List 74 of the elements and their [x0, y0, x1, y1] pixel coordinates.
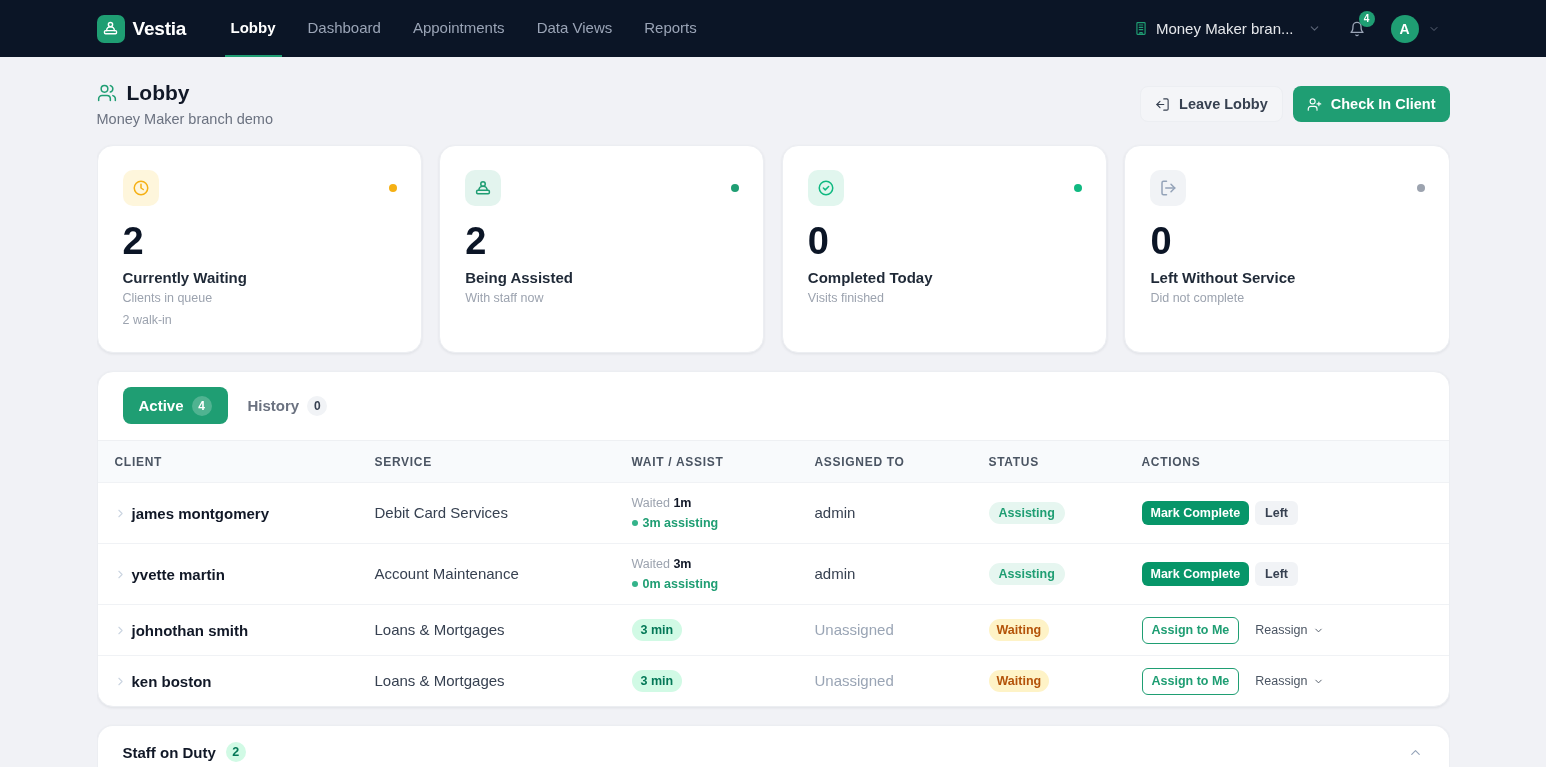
stat-caption: Did not complete: [1150, 290, 1246, 307]
dot-icon: [631, 520, 638, 526]
stat-value: 0: [1150, 220, 1173, 262]
person-desk-icon: [465, 170, 502, 206]
wait-time: Waited 3m: [631, 556, 693, 573]
client-name: yvette martin: [131, 565, 225, 583]
stat-label: Currently Waiting: [122, 268, 248, 288]
count-badge: 2: [225, 742, 246, 762]
service-name: Account Maintenance: [374, 565, 519, 582]
stat-label: Completed Today: [807, 268, 934, 288]
column-header: SERVICE: [374, 454, 433, 469]
stat-label: Left Without Service: [1150, 268, 1297, 288]
wait-time: Waited 1m: [631, 495, 693, 512]
nav-tab[interactable]: Reports: [638, 0, 703, 57]
mark-complete-button[interactable]: Mark Complete: [1141, 501, 1250, 525]
assist-time: 0m assisting: [642, 576, 719, 593]
bell-icon[interactable]: [1348, 20, 1365, 37]
assist-time: 3m assisting: [642, 515, 719, 532]
logo-icon: [96, 14, 125, 43]
nav-tab[interactable]: Lobby: [224, 0, 282, 57]
left-button[interactable]: Left: [1255, 501, 1299, 525]
stat-note: 2 walk-in: [122, 312, 173, 329]
section-title: Staff on Duty: [122, 743, 216, 761]
client-name: johnothan smith: [131, 621, 249, 639]
stat-caption: Clients in queue: [122, 290, 214, 307]
wait-time-badge: 3 min: [631, 670, 683, 692]
reassign-dropdown[interactable]: Reassign: [1255, 623, 1325, 637]
page-title: Lobby: [126, 81, 190, 105]
client-name: james montgomery: [131, 504, 270, 522]
users-icon: [96, 83, 117, 103]
stat-value: 2: [465, 220, 488, 262]
left-button[interactable]: Left: [1255, 562, 1299, 586]
status-badge: Assisting: [988, 563, 1065, 585]
service-name: Loans & Mortgages: [374, 672, 505, 689]
leave-button[interactable]: Leave Lobby: [1140, 86, 1283, 122]
page-subtitle: Money Maker branch demo: [96, 111, 273, 128]
queue-tab[interactable]: History 0: [231, 387, 344, 424]
dot-icon: [631, 581, 638, 587]
assigned-staff: Unassigned: [814, 672, 894, 689]
notification-badge: 4: [1358, 10, 1375, 27]
status-badge: Waiting: [988, 670, 1050, 692]
mark-complete-button[interactable]: Mark Complete: [1141, 562, 1250, 586]
column-header: STATUS: [988, 454, 1040, 469]
count-badge: 4: [191, 395, 212, 416]
column-header: CLIENT: [114, 454, 164, 469]
door-arrow-icon: [1155, 96, 1171, 112]
reassign-dropdown[interactable]: Reassign: [1255, 674, 1325, 688]
column-header: ASSIGNED TO: [814, 454, 906, 469]
user-plus-icon: [1306, 96, 1322, 112]
assigned-staff: Unassigned: [814, 621, 894, 638]
column-header: WAIT / ASSIST: [631, 454, 725, 469]
status-badge: Waiting: [988, 619, 1050, 641]
stat-value: 2: [122, 220, 145, 262]
wait-time-badge: 3 min: [631, 619, 683, 641]
stat-caption: Visits finished: [807, 290, 885, 307]
column-header: ACTIONS: [1141, 454, 1202, 469]
count-badge: 0: [307, 395, 328, 416]
stat-value: 0: [807, 220, 830, 262]
assigned-staff: admin: [814, 565, 856, 582]
clock-icon: [122, 170, 159, 206]
assigned-staff: admin: [814, 504, 856, 521]
stat-caption: With staff now: [465, 290, 545, 307]
nav-tab[interactable]: Appointments: [406, 0, 511, 57]
nav-tab[interactable]: Data Views: [530, 0, 619, 57]
client-name: ken boston: [131, 672, 212, 690]
branch-selector[interactable]: Money Maker bran...: [1133, 20, 1321, 37]
nav-tab[interactable]: Dashboard: [301, 0, 387, 57]
service-name: Loans & Mortgages: [374, 621, 505, 638]
building-icon: [1133, 20, 1148, 37]
brand-name: Vestia: [132, 17, 187, 40]
service-name: Debit Card Services: [374, 504, 508, 521]
stat-label: Being Assisted: [465, 268, 574, 288]
status-badge: Assisting: [988, 502, 1065, 524]
door-arrow-icon: [1150, 170, 1187, 206]
